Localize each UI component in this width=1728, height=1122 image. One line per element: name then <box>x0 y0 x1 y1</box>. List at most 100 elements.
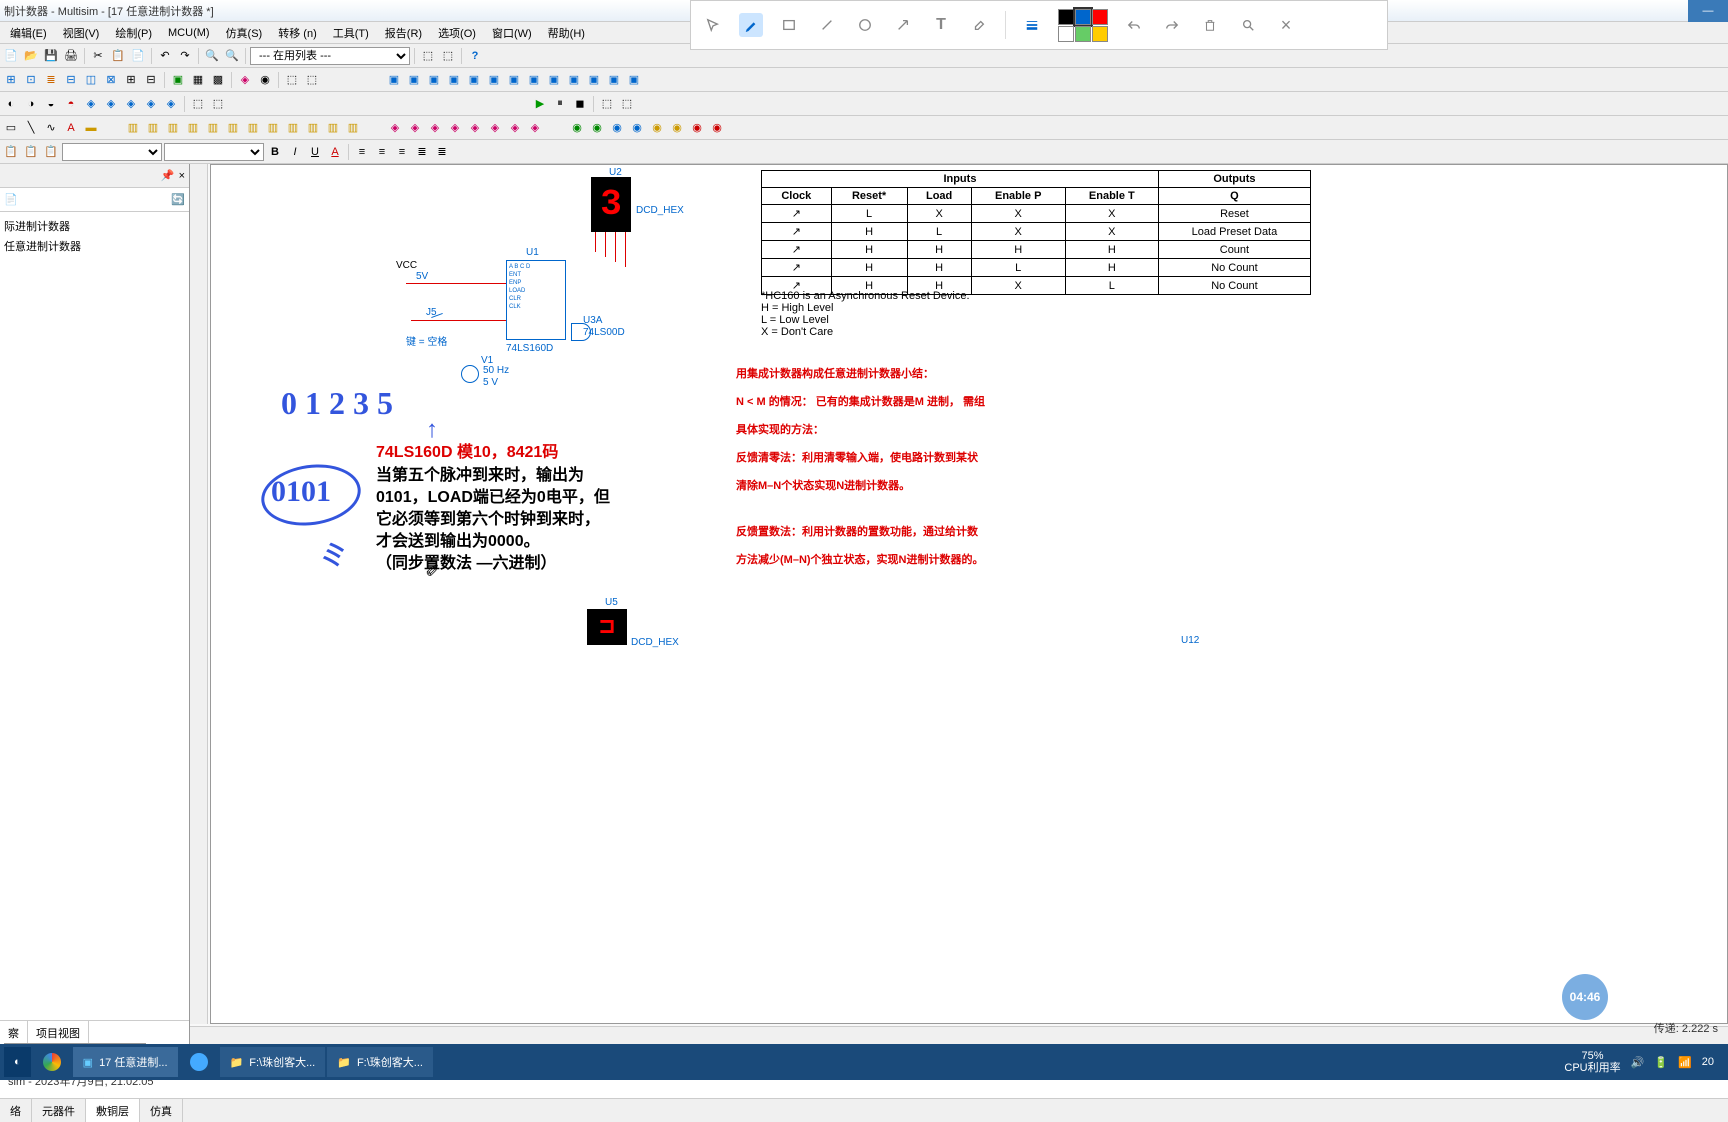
sim-tool-icon[interactable]: ◈ <box>162 95 180 113</box>
menu-edit[interactable]: 编辑(E) <box>2 23 55 43</box>
schematic-canvas[interactable]: U2 3 DCD_HEX VCC 5V U1 A B C DENTENPLOAD… <box>210 164 1728 1024</box>
component-icon[interactable]: ◫ <box>82 71 100 89</box>
align-icon[interactable]: ▥ <box>224 119 242 137</box>
menu-window[interactable]: 窗口(W) <box>484 23 540 43</box>
sim-tool-icon[interactable]: ⬚ <box>618 95 636 113</box>
line-tool[interactable] <box>815 13 839 37</box>
menu-options[interactable]: 选项(O) <box>430 23 484 43</box>
open-icon[interactable]: 📂 <box>22 47 40 65</box>
taskbar-multisim[interactable]: ▣17 任意进制... <box>73 1047 178 1077</box>
tree-new-icon[interactable]: 📄 <box>4 193 18 206</box>
align-icon[interactable]: ▥ <box>164 119 182 137</box>
minimize-button[interactable]: — <box>1688 0 1728 22</box>
component-icon[interactable]: ▩ <box>209 71 227 89</box>
print-icon[interactable]: 🖨 <box>62 47 80 65</box>
format-icon[interactable]: 📋 <box>2 143 20 161</box>
align-icon[interactable]: ▥ <box>204 119 222 137</box>
chip-74ls160d[interactable]: A B C DENTENPLOADCLRCLK <box>506 260 566 340</box>
pen-tool[interactable] <box>739 13 763 37</box>
probe-icon[interactable]: ◉ <box>648 119 666 137</box>
align-icon[interactable]: ▥ <box>184 119 202 137</box>
underline-icon[interactable]: U <box>306 143 324 161</box>
text-tool[interactable]: T <box>929 13 953 37</box>
menu-mcu[interactable]: MCU(M) <box>160 25 218 41</box>
menu-tools[interactable]: 工具(T) <box>325 23 377 43</box>
sim-tool-icon[interactable]: ◑ <box>22 95 40 113</box>
seven-segment-display-2[interactable]: ⊐ <box>587 609 627 645</box>
component-icon[interactable]: ⊞ <box>2 71 20 89</box>
instrument-icon[interactable]: ▣ <box>565 71 583 89</box>
eraser-tool[interactable] <box>967 13 991 37</box>
zoom-in-icon[interactable]: 🔍 <box>203 47 221 65</box>
component-icon[interactable]: ◈ <box>236 71 254 89</box>
shape-fill-icon[interactable]: ▬ <box>82 119 100 137</box>
tray-icon[interactable]: 📶 <box>1678 1056 1692 1069</box>
connector-icon[interactable]: ◈ <box>406 119 424 137</box>
component-icon[interactable]: ⊟ <box>142 71 160 89</box>
circle-tool[interactable] <box>853 13 877 37</box>
menu-sim[interactable]: 仿真(S) <box>218 23 271 43</box>
sim-tool-icon[interactable]: ⬚ <box>598 95 616 113</box>
probe-icon[interactable]: ◉ <box>688 119 706 137</box>
probe-icon[interactable]: ◉ <box>588 119 606 137</box>
sim-tool-icon[interactable]: ◈ <box>122 95 140 113</box>
taskbar-folder-1[interactable]: 📁F:\珠创客大... <box>220 1047 326 1077</box>
shape-curve-icon[interactable]: ∿ <box>42 119 60 137</box>
bold-icon[interactable]: B <box>266 143 284 161</box>
connector-icon[interactable]: ◈ <box>486 119 504 137</box>
cut-icon[interactable]: ✂ <box>89 47 107 65</box>
instrument-icon[interactable]: ▣ <box>485 71 503 89</box>
tray-icon[interactable]: 🔋 <box>1654 1056 1668 1069</box>
align-icon[interactable]: ▥ <box>124 119 142 137</box>
instrument-icon[interactable]: ▣ <box>605 71 623 89</box>
sim-tool-icon[interactable]: ◈ <box>102 95 120 113</box>
probe-icon[interactable]: ◉ <box>668 119 686 137</box>
tool-b-icon[interactable]: ⬚ <box>439 47 457 65</box>
instrument-icon[interactable]: ▣ <box>465 71 483 89</box>
tab-components[interactable]: 元器件 <box>32 1099 86 1122</box>
design-tree[interactable]: 际进制计数器 任意进制计数器 <box>0 212 189 1020</box>
instrument-icon[interactable]: ▣ <box>505 71 523 89</box>
format-icon[interactable]: 📋 <box>42 143 60 161</box>
connector-icon[interactable]: ◈ <box>466 119 484 137</box>
sim-tool-icon[interactable]: ◐ <box>2 95 20 113</box>
tab-simulation[interactable]: 仿真 <box>140 1099 183 1122</box>
sim-tool-icon[interactable]: ◒ <box>42 95 60 113</box>
seven-segment-display[interactable]: 3 <box>591 177 631 232</box>
instrument-icon[interactable]: ▣ <box>625 71 643 89</box>
video-timestamp-badge[interactable]: 04:46 <box>1562 974 1608 1020</box>
instrument-icon[interactable]: ▣ <box>405 71 423 89</box>
component-icon[interactable]: ≣ <box>42 71 60 89</box>
save-icon[interactable]: 💾 <box>42 47 60 65</box>
taskbar-app[interactable] <box>180 1047 218 1077</box>
align-left-icon[interactable]: ≡ <box>353 143 371 161</box>
connector-icon[interactable]: ◈ <box>386 119 404 137</box>
system-tray[interactable]: 75% CPU利用率 🔊 🔋 📶 20 <box>1554 1050 1724 1074</box>
instrument-icon[interactable]: ▣ <box>585 71 603 89</box>
new-icon[interactable]: 📄 <box>2 47 20 65</box>
search-button[interactable] <box>1236 13 1260 37</box>
instrument-icon[interactable]: ▣ <box>385 71 403 89</box>
menu-draw[interactable]: 绘制(P) <box>107 23 160 43</box>
voltage-source[interactable] <box>461 365 479 383</box>
paste-icon[interactable]: 📄 <box>129 47 147 65</box>
align-icon[interactable]: ▥ <box>284 119 302 137</box>
sidebar-tab-project[interactable]: 项目视图 <box>28 1021 89 1044</box>
help-icon[interactable]: ? <box>466 47 484 65</box>
tray-time[interactable]: 20 <box>1702 1056 1714 1068</box>
component-icon[interactable]: ⬚ <box>283 71 301 89</box>
pin-icon[interactable]: 📌 <box>161 169 175 182</box>
run-icon[interactable]: ▶ <box>531 95 549 113</box>
menu-report[interactable]: 报告(R) <box>377 23 430 43</box>
delete-button[interactable] <box>1198 13 1222 37</box>
shape-text-icon[interactable]: A <box>62 119 80 137</box>
menu-help[interactable]: 帮助(H) <box>540 23 593 43</box>
component-icon[interactable]: ⊡ <box>22 71 40 89</box>
format-icon[interactable]: 📋 <box>22 143 40 161</box>
undo-icon[interactable]: ↶ <box>156 47 174 65</box>
component-icon[interactable]: ⊠ <box>102 71 120 89</box>
tree-refresh-icon[interactable]: 🔄 <box>171 193 185 206</box>
redo-icon[interactable]: ↷ <box>176 47 194 65</box>
probe-icon[interactable]: ◉ <box>608 119 626 137</box>
tab-network[interactable]: 络 <box>0 1099 32 1122</box>
